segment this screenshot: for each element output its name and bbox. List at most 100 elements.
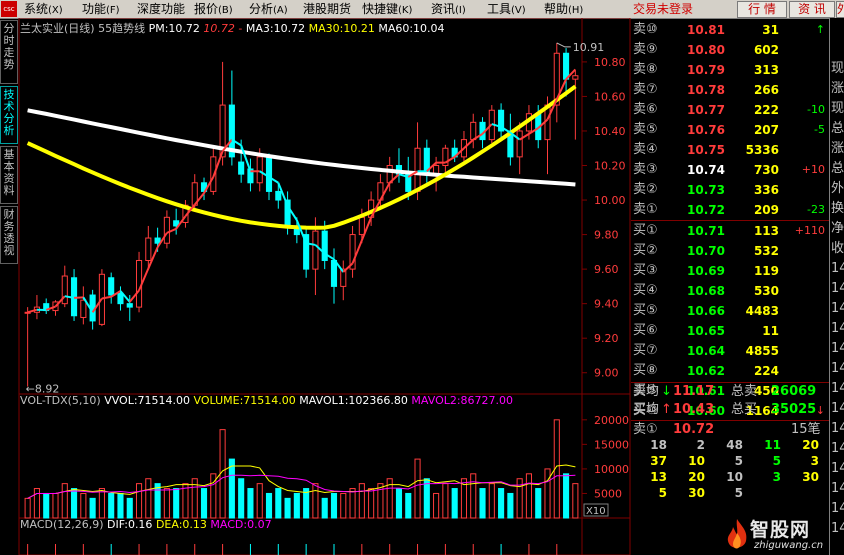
ask-row[interactable]: 卖⑦ 10.78 266	[631, 80, 829, 100]
ob-volume: 4855	[745, 344, 779, 358]
ask-row[interactable]: 卖⑤ 10.76 207 -5	[631, 120, 829, 140]
ob-volume: 4483	[745, 304, 779, 318]
ask-row[interactable]: 卖⑩ 10.81 31 ↑	[631, 20, 829, 40]
chart-title: 兰太实业(日线) 55趋势线	[20, 22, 146, 35]
menu-system[interactable]: 系统(X)	[24, 1, 63, 17]
candle-body	[126, 303, 133, 308]
ob-price: 10.78	[687, 83, 725, 97]
bid-row[interactable]: 买⑥ 10.65 11	[631, 321, 829, 341]
ob-price: 10.68	[687, 284, 725, 298]
volume-bar	[247, 488, 254, 519]
volume-bar	[507, 492, 514, 519]
volume-bar	[349, 488, 356, 519]
menu-tools[interactable]: 工具(V)	[487, 1, 526, 17]
ob-price: 10.65	[687, 324, 725, 338]
queue-row: 37 10 5 5 3	[631, 454, 829, 470]
candle-body	[256, 156, 263, 184]
price-axis-label: 10.40	[594, 125, 626, 138]
dif-label: DIF:0.16	[107, 518, 153, 531]
volume-bar	[479, 488, 486, 519]
app-logo: csc	[1, 1, 17, 17]
vol-indicator-name: VOL-TDX(5,10)	[20, 394, 101, 407]
avg-price: 11.17	[673, 384, 715, 399]
ask-row[interactable]: 卖② 10.73 336	[631, 180, 829, 200]
ma3-label: MA3:10.72	[245, 22, 306, 35]
ob-volume: 532	[753, 244, 779, 258]
candle-body	[117, 292, 124, 305]
menu-shortcut[interactable]: 快捷键(K)	[362, 1, 412, 17]
volume-bar	[525, 473, 532, 519]
queue-count: 15笔	[791, 422, 821, 437]
bid-row[interactable]: 买⑦ 10.64 4855	[631, 341, 829, 361]
queue-row: 18 2 48 11 20	[631, 438, 829, 454]
menu-quote[interactable]: 报价(B)	[194, 1, 233, 17]
ask-row[interactable]: 卖⑨ 10.80 602	[631, 40, 829, 60]
volume-unit-label: X10	[586, 506, 606, 517]
ob-change: +10	[801, 163, 825, 176]
ob-volume: 113	[753, 224, 779, 238]
volume-bar	[470, 473, 477, 519]
bid-row[interactable]: 买③ 10.69 119	[631, 261, 829, 281]
queue-cell: 30	[802, 470, 819, 484]
volume-bar	[265, 492, 273, 519]
volume-bar	[535, 488, 542, 519]
right-panel-fragment: 净	[831, 221, 844, 236]
kline-chart[interactable]: 10.80 10.60 10.40 10.20 10.00 9.80 9.60 9.40 9.2…	[0, 18, 631, 555]
right-panel-fragment: 收	[831, 241, 844, 256]
menu-news[interactable]: 资讯(I)	[431, 1, 466, 17]
ob-level-label: 卖⑩	[633, 22, 658, 37]
right-panel-fragment: 14	[831, 321, 844, 336]
login-status[interactable]: 交易未登录	[633, 1, 693, 17]
right-panel-fragment: 14	[831, 501, 844, 516]
macd-indicator-name: MACD(12,26,9)	[20, 518, 104, 531]
volume-bar	[284, 497, 291, 519]
ma60-label: MA60:10.04	[378, 22, 445, 35]
ask-row[interactable]: 卖⑥ 10.77 222 -10	[631, 100, 829, 120]
ob-level-label: 卖⑥	[633, 102, 658, 117]
candle-body	[312, 230, 319, 270]
ob-volume: 266	[753, 83, 779, 97]
ob-volume: 336	[753, 183, 779, 197]
candle-body	[265, 156, 273, 192]
ob-level-label: 卖⑦	[633, 82, 658, 97]
queue-cell: 5	[772, 454, 781, 468]
right-panel-fragment: 涨	[831, 81, 844, 96]
bid-row[interactable]: 买④ 10.68 530	[631, 281, 829, 301]
bid-row[interactable]: 买① 10.71 113 +110	[631, 221, 829, 241]
quote-button[interactable]: 行 情	[737, 1, 787, 18]
ob-price: 10.71	[687, 224, 725, 238]
ask-row[interactable]: 卖③ 10.74 730 +10	[631, 160, 829, 180]
avg-buy-row: 买均 ↑ 10.43 总买 35025	[631, 401, 829, 419]
news-button[interactable]: 资 讯	[789, 1, 835, 18]
ob-level-label: 买⑧	[633, 363, 658, 378]
high-marker-arrow	[556, 42, 571, 48]
candle-body	[321, 230, 328, 261]
menu-hk-futures[interactable]: 港股期货	[303, 1, 351, 17]
menu-function[interactable]: 功能(F)	[82, 1, 120, 17]
price-axis-label: 10.00	[594, 194, 626, 207]
volume-bar	[293, 492, 300, 519]
volume-bar	[572, 483, 579, 519]
ask-row[interactable]: 卖④ 10.75 5336	[631, 140, 829, 160]
menu-analysis[interactable]: 分析(A)	[249, 1, 288, 17]
foreign-button[interactable]: 外	[836, 1, 844, 18]
right-panel-fragment: 14	[831, 261, 844, 276]
bid-row[interactable]: 买⑤ 10.66 4483	[631, 301, 829, 321]
queue-cell: 30	[688, 486, 705, 500]
ob-volume: 313	[753, 63, 779, 77]
right-panel-fragment: 现	[831, 101, 844, 116]
queue-cell: 3	[810, 454, 819, 468]
watermark-brand: 智股网	[750, 519, 811, 541]
volume-bar	[414, 458, 421, 519]
ask-row[interactable]: 卖① 10.72 209 -23	[631, 200, 829, 220]
bid-row[interactable]: 买⑧ 10.62 224	[631, 361, 829, 381]
menu-deep-function[interactable]: 深度功能	[137, 1, 185, 17]
ob-volume: 209	[753, 203, 779, 217]
ask-row[interactable]: 卖⑧ 10.79 313	[631, 60, 829, 80]
bid-row[interactable]: 买② 10.70 532	[631, 241, 829, 261]
menu-help[interactable]: 帮助(H)	[544, 1, 583, 17]
ob-change: -5	[814, 123, 825, 136]
candle-body	[470, 121, 477, 141]
queue-row: 13 20 10 3 30	[631, 470, 829, 486]
candle-body	[414, 147, 421, 192]
